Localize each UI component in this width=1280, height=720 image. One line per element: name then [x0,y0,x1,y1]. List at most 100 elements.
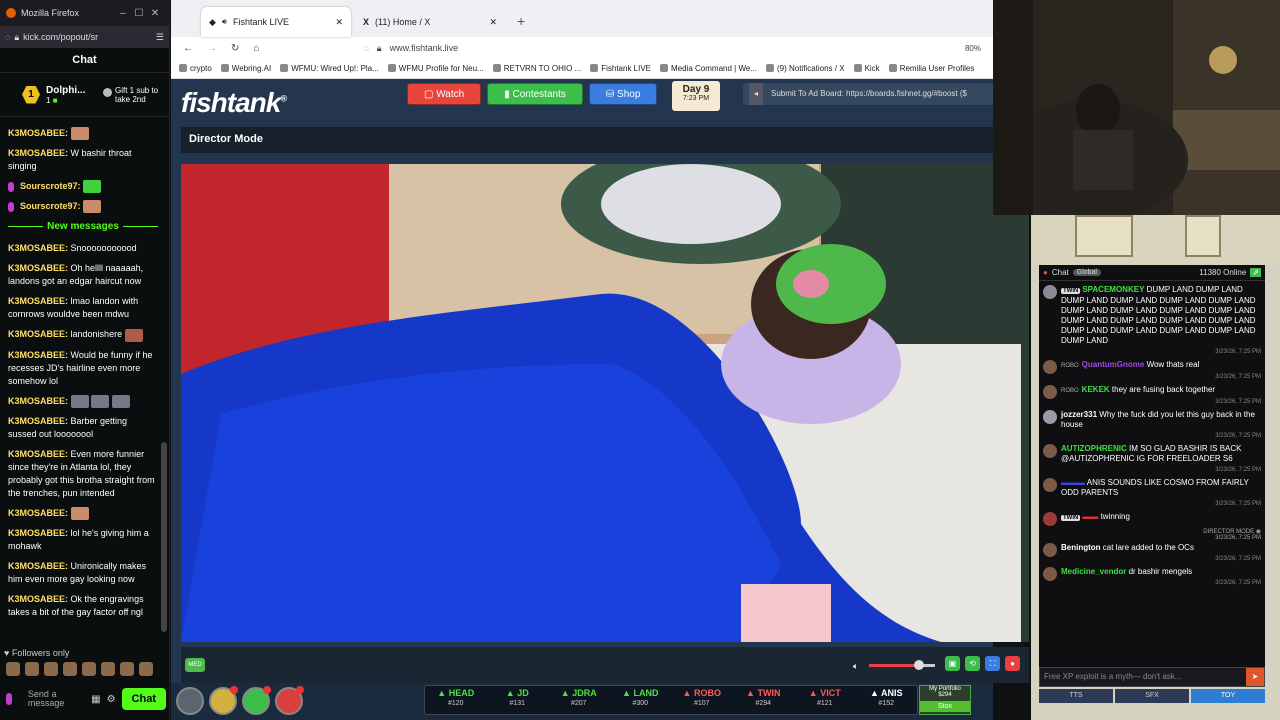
chat-username[interactable]: K3MOSABEE: [8,561,68,571]
contestant-head[interactable]: ▲ HEAD #120 [425,686,487,714]
new-tab-icon[interactable]: + [509,13,533,37]
chat-username[interactable]: K3MOSABEE: [8,128,68,138]
items-icon[interactable] [275,686,304,715]
volume-slider[interactable] [869,660,935,670]
video-player[interactable] [181,164,1029,642]
contestant-land[interactable]: ▲ LAND #300 [610,686,672,714]
toy-button[interactable]: TOY [1191,689,1265,703]
chat-username[interactable]: K3MOSABEE: [8,263,68,273]
close-tab-icon[interactable]: ✕ [489,17,497,28]
site-chat-username[interactable]: SPACEMONKEY [1082,285,1144,294]
tab-x-home[interactable]: X (11) Home / X ✕ [355,7,505,37]
gift-box-icon[interactable]: ▦ [91,694,100,705]
maximize-icon[interactable]: ☐ [131,8,147,19]
chat-username[interactable]: K3MOSABEE: [8,243,68,253]
menu-icon[interactable]: ☰ [156,32,164,43]
site-chat-username[interactable]: QuantumGnome [1082,360,1145,369]
chat-username[interactable]: K3MOSABEE: [8,449,68,459]
chat-username[interactable]: K3MOSABEE: [8,396,68,406]
site-chat-username[interactable]: AUTIZOPHRENIC [1061,444,1127,453]
chat-username[interactable]: Sourscrote97: [20,201,81,211]
emote-icon[interactable] [82,662,96,676]
contestant-jdra[interactable]: ▲ JDRA #207 [548,686,610,714]
scrollbar-thumb[interactable] [161,442,167,632]
bookmark-item[interactable]: WFMU Profile for Neu... [388,64,484,73]
emote-icon[interactable] [44,662,58,676]
volume-icon[interactable]: 🔈︎ [853,661,858,672]
emote-icon[interactable] [25,662,39,676]
bookmark-item[interactable]: Webring.AI [221,64,271,73]
reload-icon[interactable]: ↻ [231,43,239,54]
portfolio-widget[interactable]: My Portfolio $294 Stox [919,685,971,715]
sfx-button[interactable]: SFX [1115,689,1189,703]
speaker-icon[interactable]: 🔊︎ [222,17,227,27]
close-tab-icon[interactable]: ✕ [335,17,343,28]
watch-button[interactable]: ▢ Watch [407,83,482,105]
toggle-chat-icon[interactable]: ▣ [945,656,960,671]
fullscreen-icon[interactable]: ⛶ [985,656,1000,671]
chat-username[interactable]: K3MOSABEE: [8,416,68,426]
bookmark-item[interactable]: Fishtank LIVE [590,64,651,73]
chat-username[interactable]: Sourscrote97: [20,181,81,191]
bookmark-item[interactable]: Media Command | We... [660,64,757,73]
record-icon[interactable]: ● [1005,656,1020,671]
contestant-vict[interactable]: ▲ VICT #121 [794,686,856,714]
send-arrow-icon[interactable]: ➤ [1246,668,1264,686]
avatar[interactable] [1043,410,1057,424]
new-messages-divider[interactable]: New messages [8,220,158,233]
chat-send-button[interactable]: Chat [121,688,166,710]
pinned-leaderboard[interactable]: 1 Dolphi... 1 ■ Gift 1 sub to take 2nd [0,73,169,117]
inventory-icon[interactable] [242,686,271,715]
bookmark-item[interactable]: (9) Notifications / X [766,64,845,73]
emote-icon[interactable] [63,662,77,676]
site-chat-input[interactable]: Free XP exploit is a myth— don't ask... ➤ [1039,667,1265,687]
bookmark-item[interactable]: WFMU: Wired Up!: Pla... [280,64,379,73]
avatar[interactable] [1043,478,1057,492]
gift-sub-prompt[interactable]: Gift 1 sub to take 2nd [103,86,165,104]
settings-icon[interactable]: ⚙ [107,694,116,705]
site-chat-username[interactable]: ▬▬▬ [1061,478,1085,487]
minimize-icon[interactable]: – [115,8,131,19]
stox-button[interactable]: Stox [920,701,970,712]
contestant-jd[interactable]: ▲ JD #131 [487,686,549,714]
avatar[interactable] [1043,567,1057,581]
quality-button[interactable]: MED [185,658,205,672]
chat-username[interactable]: K3MOSABEE: [8,528,68,538]
avatar[interactable] [1043,285,1057,299]
fishtank-logo[interactable]: fishtank® [181,87,287,119]
tab-fishtank[interactable]: ◆ 🔊︎ Fishtank LIVE ✕ [201,7,351,37]
chat-username[interactable]: K3MOSABEE: [8,594,68,604]
expand-icon[interactable]: ⇗ [1250,268,1261,277]
volume-knob[interactable] [913,660,924,670]
bookmark-item[interactable]: crypto [179,64,212,73]
contestants-button[interactable]: ▮ Contestants [487,83,583,105]
settings-gear-icon[interactable] [176,687,204,715]
avatar[interactable] [1043,512,1057,526]
cast-icon[interactable]: ⟲ [965,656,980,671]
send-message-input[interactable]: Send a message [28,690,85,708]
address-bar[interactable]: ◌ 🔒︎ www.fishtank.live [363,43,458,54]
site-chat-username[interactable]: ▬▬ [1082,512,1098,521]
mic-icon[interactable] [6,693,12,705]
bookmark-item[interactable]: RETVRN TO OHIO ... [493,64,582,73]
popout-url-bar[interactable]: ◌ 🔒︎ kick.com/popout/sr ☰ [0,26,169,48]
emote-icon[interactable] [139,662,153,676]
back-icon[interactable]: ← [183,43,193,54]
emote-icon[interactable] [120,662,134,676]
bookmark-item[interactable]: Remilia User Profiles [889,64,975,73]
tts-button[interactable]: TTS [1039,689,1113,703]
close-icon[interactable]: ✕ [147,8,163,19]
avatar[interactable] [1043,543,1057,557]
chat-username[interactable]: K3MOSABEE: [8,148,68,158]
emote-icon[interactable] [101,662,115,676]
coins-icon[interactable] [209,686,238,715]
avatar[interactable] [1043,444,1057,458]
contestant-robo[interactable]: ▲ ROBO #107 [671,686,733,714]
zoom-level[interactable]: 80% [965,44,981,53]
ad-board-banner[interactable]: ◂ Submit To Ad Board: https://boards.fish… [743,83,995,105]
global-room-tab[interactable]: Global [1072,269,1101,276]
chat-username[interactable]: K3MOSABEE: [8,296,68,306]
site-chat-username[interactable]: KEKEK [1082,385,1110,394]
site-chat-username[interactable]: jozzer331 [1061,410,1097,419]
site-chat-username[interactable]: Benington [1061,543,1101,552]
